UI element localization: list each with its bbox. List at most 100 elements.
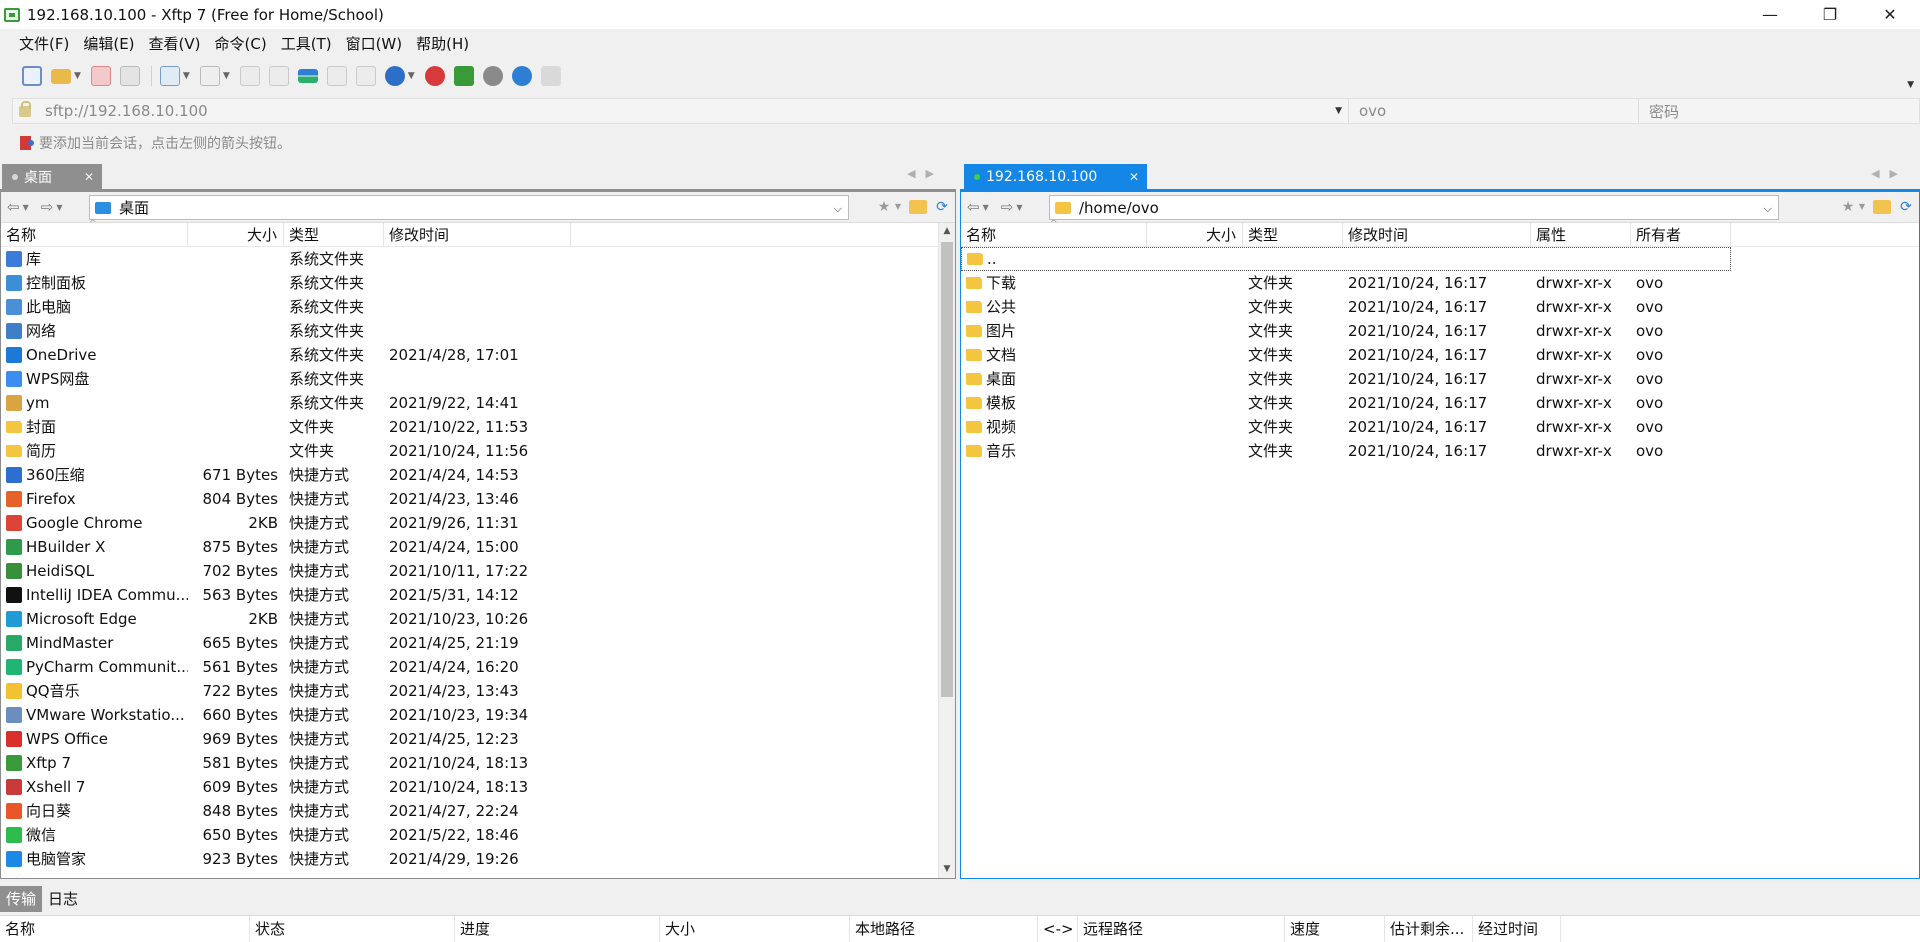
local-file-row[interactable]: 网络 系统文件夹 [1,319,938,343]
tab-scroll-arrows-icon[interactable]: ◀▶ [907,167,944,180]
scroll-up-icon[interactable]: ▲ [939,223,955,240]
parent-folder-icon[interactable] [1873,200,1891,214]
host-address-input[interactable] [45,102,1245,120]
local-file-row[interactable]: WPS网盘 系统文件夹 [1,367,938,391]
open-folder-icon[interactable] [51,68,71,84]
column-header-size[interactable]: 大小 [188,222,284,247]
menu-view[interactable]: 查看(V) [142,33,208,54]
back-arrow-icon[interactable]: ⇦ [7,198,20,216]
globe-icon[interactable] [384,66,405,86]
remote-file-row[interactable]: 文档 文件夹 2021/10/24, 16:17 drwxr-xr-x ovo [961,343,1919,367]
refresh-icon[interactable]: ⟳ [933,198,951,216]
transfer-col-eta[interactable]: 估计剩余... [1385,915,1473,942]
favorite-dropdown-icon[interactable]: ▼ [893,198,903,216]
transfer-icon[interactable] [297,69,318,83]
address-dropdown-icon[interactable]: ▼ [1335,106,1342,116]
local-file-row[interactable]: WPS Office 969 Bytes 快捷方式 2021/4/25, 12:23 [1,727,938,751]
minimize-button[interactable]: — [1740,0,1800,29]
menu-edit[interactable]: 编辑(E) [76,33,141,54]
remote-file-row[interactable]: 视频 文件夹 2021/10/24, 16:17 drwxr-xr-x ovo [961,415,1919,439]
local-file-row[interactable]: IntelliJ IDEA Commu... 563 Bytes 快捷方式 2021/… [1,583,938,607]
transfer-col-direction[interactable]: <-> [1038,915,1078,942]
tab-remote-session[interactable]: 192.168.10.100 ✕ [964,164,1147,189]
sync-dropdown-icon[interactable]: ▼ [223,71,230,81]
back-arrow-icon[interactable]: ⇦ [967,198,980,216]
column-header-owner[interactable]: 所有者 [1631,222,1731,247]
back-dropdown-icon[interactable]: ▼ [23,203,29,212]
reconnect-icon[interactable] [119,66,140,86]
column-header-size[interactable]: 大小 [1147,222,1243,247]
local-file-row[interactable]: 此电脑 系统文件夹 [1,295,938,319]
local-file-row[interactable]: ym 系统文件夹 2021/9/22, 14:41 [1,391,938,415]
local-file-row[interactable]: QQ音乐 722 Bytes 快捷方式 2021/4/23, 13:43 [1,679,938,703]
remote-file-row[interactable]: 模板 文件夹 2021/10/24, 16:17 drwxr-xr-x ovo [961,391,1919,415]
properties-dropdown-icon[interactable]: ▼ [183,71,190,81]
menu-command[interactable]: 命令(C) [208,33,274,54]
local-vertical-scrollbar[interactable]: ▲ ▼ [938,223,955,878]
transfer-col-remote-path[interactable]: 远程路径 [1078,915,1285,942]
copy-icon[interactable] [239,66,260,86]
close-button[interactable]: ✕ [1860,0,1920,29]
sync-icon[interactable] [199,66,220,86]
remote-file-row[interactable]: 图片 文件夹 2021/10/24, 16:17 drwxr-xr-x ovo [961,319,1919,343]
local-file-row[interactable]: 控制面板 系统文件夹 [1,271,938,295]
favorite-star-icon[interactable]: ★ [1839,198,1857,216]
transfer-col-local-path[interactable]: 本地路径 [850,915,1038,942]
transfer-col-status[interactable]: 状态 [250,915,455,942]
tab-transfers[interactable]: 传输 [0,886,43,912]
local-file-row[interactable]: Google Chrome 2KB 快捷方式 2021/9/26, 11:31 [1,511,938,535]
column-header-modified[interactable]: 修改时间 [384,222,571,247]
password-field[interactable]: 密码 [1639,99,1919,123]
column-header-modified[interactable]: 修改时间 [1343,222,1531,247]
local-file-row[interactable]: 360压缩 671 Bytes 快捷方式 2021/4/24, 14:53 [1,463,938,487]
menu-file[interactable]: 文件(F) [12,33,76,54]
tab-close-icon[interactable]: ✕ [84,170,94,184]
chat-icon[interactable] [540,66,561,86]
local-file-row[interactable]: MindMaster 665 Bytes 快捷方式 2021/4/25, 21:19 [1,631,938,655]
new-session-icon[interactable] [22,66,42,86]
local-file-row[interactable]: Xshell 7 609 Bytes 快捷方式 2021/10/24, 18:13 [1,775,938,799]
scroll-down-icon[interactable]: ▼ [939,861,955,878]
local-file-row[interactable]: 库 系统文件夹 [1,247,938,271]
forward-arrow-icon[interactable]: ⇨ [1001,198,1014,216]
tab-log[interactable]: 日志 [42,886,84,912]
duplicate-icon[interactable] [326,66,347,86]
parent-directory-row[interactable]: .. [961,247,1731,271]
column-header-attributes[interactable]: 属性 [1531,222,1631,247]
add-session-bookmark-icon[interactable] [20,136,34,150]
local-file-row[interactable]: 微信 650 Bytes 快捷方式 2021/5/22, 18:46 [1,823,938,847]
local-file-row[interactable]: HeidiSQL 702 Bytes 快捷方式 2021/10/11, 17:22 [1,559,938,583]
transfer-col-name[interactable]: 名称 [0,915,250,942]
gear-icon[interactable] [482,66,503,86]
column-header-type[interactable]: 类型 [284,222,384,247]
scroll-thumb[interactable] [941,242,953,697]
tab-scroll-arrows-icon[interactable]: ◀▶ [1871,167,1908,180]
help-icon[interactable] [511,66,532,86]
xftp-icon[interactable] [453,66,474,86]
username-field[interactable]: ovo [1349,99,1639,123]
menu-tools[interactable]: 工具(T) [274,33,339,54]
remote-path-box[interactable]: /home/ovo ⌵ [1049,195,1779,220]
favorite-dropdown-icon[interactable]: ▼ [1857,198,1867,216]
local-path-box[interactable]: 桌面 ⌵ [89,195,849,220]
column-header-type[interactable]: 类型 [1243,222,1343,247]
local-file-row[interactable]: Microsoft Edge 2KB 快捷方式 2021/10/23, 10:26 [1,607,938,631]
tab-close-icon[interactable]: ✕ [1129,170,1139,184]
local-file-row[interactable]: 向日葵 848 Bytes 快捷方式 2021/4/27, 22:24 [1,799,938,823]
transfer-col-elapsed[interactable]: 经过时间 [1473,915,1561,942]
forward-arrow-icon[interactable]: ⇨ [41,198,54,216]
toolbar-overflow-icon[interactable]: ▼ [1907,80,1914,90]
path-dropdown-icon[interactable]: ⌵ [834,202,842,216]
favorite-star-icon[interactable]: ★ [875,198,893,216]
forward-dropdown-icon[interactable]: ▼ [1016,203,1022,212]
local-file-row[interactable]: VMware Workstatio... 660 Bytes 快捷方式 2021/10… [1,703,938,727]
local-file-row[interactable]: OneDrive 系统文件夹 2021/4/28, 17:01 [1,343,938,367]
properties-icon[interactable] [159,66,180,86]
parent-folder-icon[interactable] [909,200,927,214]
globe-dropdown-icon[interactable]: ▼ [408,71,415,81]
remote-file-row[interactable]: 下载 文件夹 2021/10/24, 16:17 drwxr-xr-x ovo [961,271,1919,295]
back-dropdown-icon[interactable]: ▼ [983,203,989,212]
remote-file-row[interactable]: 音乐 文件夹 2021/10/24, 16:17 drwxr-xr-x ovo [961,439,1919,463]
paste-icon[interactable] [268,66,289,86]
local-file-row[interactable]: Firefox 804 Bytes 快捷方式 2021/4/23, 13:46 [1,487,938,511]
